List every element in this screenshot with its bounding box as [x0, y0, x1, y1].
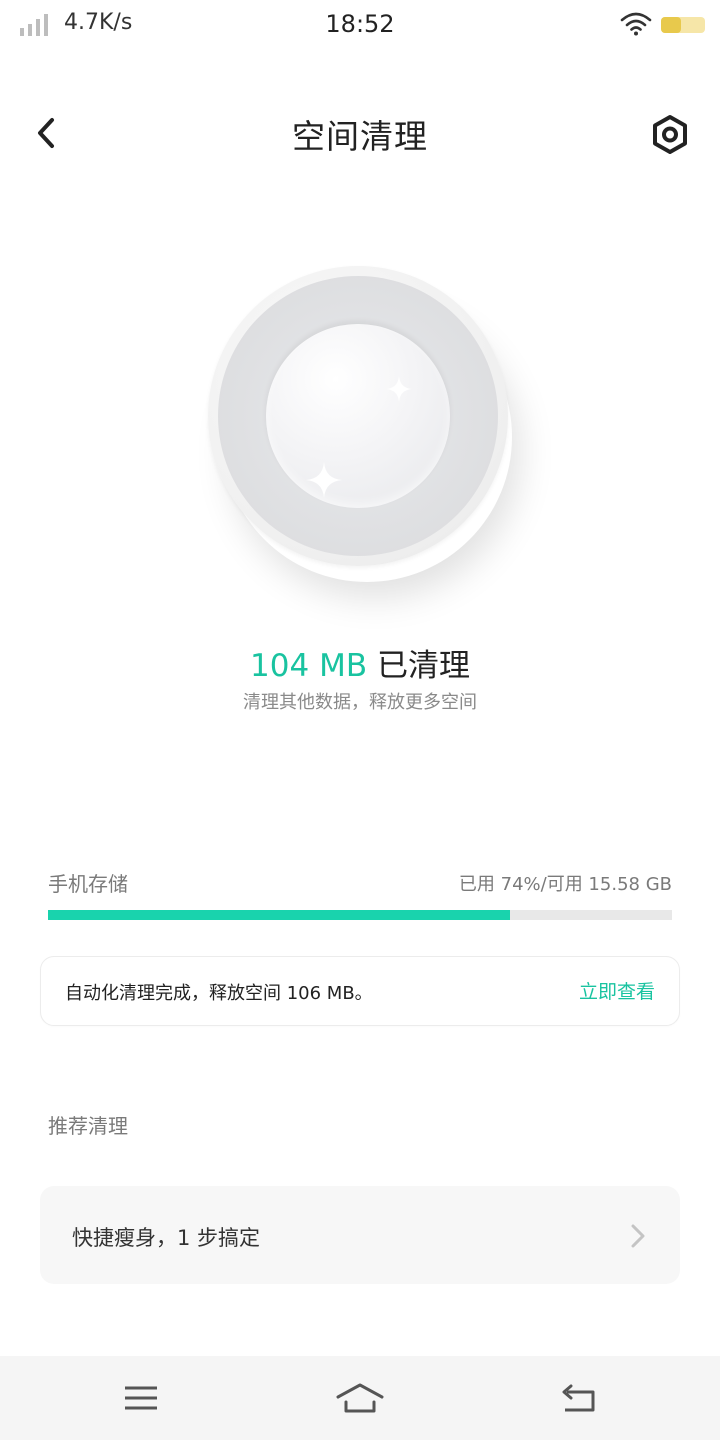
storage-label: 手机存储: [48, 872, 128, 896]
cleaned-amount: 104 MB: [250, 648, 368, 684]
sparkle-icon: [306, 462, 342, 498]
storage-progress-bar: [48, 910, 672, 920]
clean-orb: [208, 266, 512, 570]
storage-usage: 已用 74%/可用 15.58 GB: [458, 874, 672, 895]
clock: 18:52: [325, 10, 395, 38]
notice-text: 自动化清理完成，释放空间 106 MB。: [65, 983, 373, 1004]
recommend-item-quick-slim[interactable]: 快捷瘦身，1 步搞定: [40, 1186, 680, 1284]
settings-hexagon-icon[interactable]: [648, 112, 692, 158]
auto-clean-notice-card: 自动化清理完成，释放空间 106 MB。 立即查看: [40, 956, 680, 1026]
cleaned-label: 已清理: [367, 648, 470, 684]
battery-icon: [661, 17, 705, 33]
sparkle-icon: [386, 376, 412, 402]
storage-progress-fill: [48, 910, 510, 920]
page-title: 空间清理: [292, 117, 428, 156]
wifi-icon: [620, 12, 652, 36]
cleaned-summary: 104 MB 已清理: [0, 640, 720, 685]
view-now-link[interactable]: 立即查看: [579, 977, 655, 1004]
recommend-section-label: 推荐清理: [48, 1114, 128, 1138]
back-icon[interactable]: [555, 1380, 605, 1416]
system-nav-bar: [0, 1356, 720, 1440]
chevron-right-icon: [631, 1224, 645, 1248]
status-bar: 4.7K/s 18:52: [0, 0, 720, 52]
menu-icon[interactable]: [116, 1380, 166, 1416]
cleaned-subtitle: 清理其他数据，释放更多空间: [243, 692, 477, 713]
home-icon[interactable]: [335, 1380, 385, 1416]
recommend-item-label: 快捷瘦身，1 步搞定: [72, 1226, 261, 1250]
